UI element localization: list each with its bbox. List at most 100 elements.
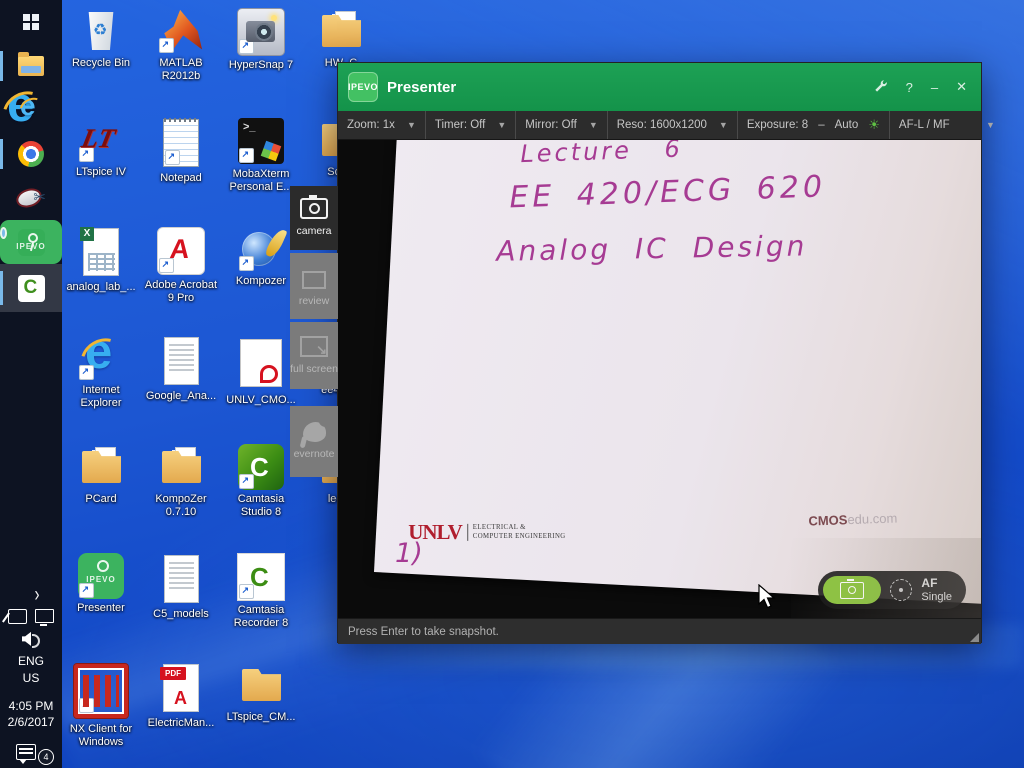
shortcut-arrow-icon — [79, 365, 94, 380]
shortcut-arrow-icon — [79, 147, 94, 162]
taskbar-snipping-tool[interactable] — [0, 176, 62, 220]
taskbar-internet-explorer[interactable] — [0, 77, 62, 133]
handwriting-line: EE 420/ECG 620 — [508, 169, 827, 216]
taskbar-ipevo-presenter[interactable] — [0, 220, 62, 264]
system-tray: › ENG US 4:05 PM 2/6/2017 4 — [0, 582, 62, 768]
desktop-icon[interactable]: Camtasia Recorder 8 — [221, 553, 301, 662]
close-button[interactable]: ✕ — [956, 79, 967, 95]
desktop-icon[interactable]: MATLAB R2012b — [141, 8, 221, 117]
desktop-icon[interactable]: Kompozer — [221, 226, 301, 335]
unlv-dept-line: ELECTRICAL & — [472, 523, 526, 531]
clock[interactable]: 4:05 PM 2/6/2017 — [8, 698, 55, 730]
settings-wrench-icon[interactable] — [874, 79, 888, 96]
focus-mode-dropdown[interactable]: AF-L / MF ▼ — [890, 111, 1004, 139]
resolution-dropdown[interactable]: Reso: 1600x1200 ▼ — [608, 111, 738, 139]
desktop-icon-label: LTspice IV — [76, 166, 126, 178]
minimize-button[interactable]: – — [931, 80, 938, 95]
desktop-icon[interactable]: Camtasia Studio 8 — [221, 444, 301, 553]
desktop-icon-art — [237, 8, 285, 56]
desktop-icon-label: Internet Explorer — [80, 384, 122, 410]
desktop-icon[interactable]: Recycle Bin — [61, 8, 141, 117]
exposure-minus-button[interactable]: – — [818, 119, 824, 131]
window-title: Presenter — [387, 78, 457, 96]
sidebar-tab-label: evernote — [293, 448, 335, 461]
mouse-cursor — [758, 583, 776, 615]
desktop-icon-art — [78, 117, 124, 163]
take-snapshot-button[interactable] — [823, 576, 882, 604]
desktop-icon[interactable]: MobaXterm Personal E... — [221, 117, 301, 226]
handwriting-line: Analog IC Design — [496, 229, 808, 268]
desktop-icon[interactable]: LTspice_CM... — [221, 662, 301, 768]
desktop-icon-label: UNLV_CMO... — [226, 394, 296, 406]
desktop-icon[interactable]: ElectricMan... — [141, 662, 221, 768]
timer-dropdown[interactable]: Timer: Off ▼ — [426, 111, 517, 139]
unlv-dept-line: COMPUTER ENGINEERING — [472, 532, 566, 540]
taskbar-chrome[interactable] — [0, 132, 62, 176]
desktop-icon[interactable]: NX Client for Windows — [61, 662, 141, 768]
show-hidden-icons-chevron[interactable]: › — [35, 582, 40, 606]
desktop-icon-art — [74, 664, 128, 718]
sidebar-tab[interactable]: full screen — [290, 322, 338, 389]
sidebar-tab-label: camera — [296, 225, 332, 238]
notification-badge: 4 — [38, 749, 54, 765]
desktop-icon[interactable]: UNLV_CMO... — [221, 335, 301, 444]
autofocus-mode[interactable]: AF Single — [921, 576, 952, 604]
desktop-icon[interactable]: PCard — [61, 444, 141, 553]
shortcut-arrow-icon — [165, 150, 180, 165]
desktop-icon[interactable]: Google_Ana... — [141, 335, 221, 444]
display-icon[interactable] — [35, 608, 54, 626]
language-indicator[interactable]: ENG US — [18, 653, 44, 688]
taskbar-start-button[interactable] — [0, 0, 62, 44]
desktop-icon-label: analog_lab_... — [66, 281, 136, 293]
desktop-icon-label: LTspice_CM... — [226, 711, 296, 723]
taskbar-icon — [18, 188, 46, 208]
taskbar-icon — [22, 13, 40, 31]
desktop-icon-art — [160, 664, 199, 712]
desktop-icon[interactable]: LTspice IV — [61, 117, 141, 226]
desktop-icon[interactable]: Adobe Acrobat 9 Pro — [141, 226, 221, 335]
exposure-auto-button[interactable]: Auto — [835, 119, 859, 131]
af-mode-value: Single — [921, 591, 952, 603]
taskbar: › ENG US 4:05 PM 2/6/2017 4 — [0, 0, 62, 768]
desktop-icon-art — [163, 118, 199, 167]
sidebar-tab-label: full screen — [290, 362, 338, 375]
unlv-logo: UNLV ELECTRICAL & COMPUTER ENGINEERING — [408, 519, 566, 544]
desktop-icon[interactable]: Internet Explorer — [61, 324, 141, 444]
ipevo-logo: IPEVO — [348, 72, 378, 102]
volume-icon[interactable] — [22, 632, 40, 648]
desktop-icon-art — [240, 339, 282, 387]
desktop-icon[interactable]: Presenter — [61, 553, 141, 662]
desktop-icon[interactable]: Notepad — [141, 117, 221, 226]
desktop-icon-label: MobaXterm Personal E... — [229, 168, 293, 194]
taskbar-camtasia[interactable] — [0, 264, 62, 312]
camera-sidebar: camera review full screen evernote — [290, 186, 338, 480]
action-center[interactable]: 4 — [16, 744, 54, 765]
mirror-dropdown[interactable]: Mirror: Off ▼ — [516, 111, 608, 139]
sidebar-tab[interactable]: review — [290, 253, 338, 319]
timer-label: Timer: Off — [434, 119, 486, 131]
desktop-icon[interactable]: analog_lab_... — [61, 226, 141, 335]
sidebar-tab[interactable]: camera — [290, 186, 338, 250]
desktop-icon[interactable]: HyperSnap 7 — [221, 8, 301, 117]
desktop-icon-label: Adobe Acrobat 9 Pro — [144, 279, 218, 305]
zoom-dropdown[interactable]: Zoom: 1x ▼ — [338, 111, 426, 139]
autofocus-icon[interactable] — [890, 579, 913, 601]
desktop-icon-art — [238, 118, 284, 164]
taskbar-icon — [17, 274, 45, 302]
fullscreen-icon — [300, 335, 328, 358]
snapshot-controls: AF Single — [818, 571, 966, 609]
desktop-icon[interactable]: C5_models — [141, 553, 221, 662]
window-titlebar: IPEVO Presenter ? – ✕ — [338, 63, 981, 111]
chevron-down-icon: ▼ — [497, 120, 507, 130]
help-button[interactable]: ? — [906, 80, 913, 95]
taskbar-icon — [18, 141, 44, 167]
handwriting-line: Lecture 6 — [519, 140, 684, 169]
camera-icon — [300, 195, 328, 220]
pen-input-icon[interactable] — [8, 608, 27, 624]
resize-grip[interactable] — [970, 633, 979, 642]
desktop-icon[interactable]: KompoZer 0.7.10 — [141, 444, 221, 553]
chevron-down-icon: ▼ — [406, 120, 416, 130]
sidebar-tab[interactable]: evernote — [290, 406, 338, 477]
desktop-icon-label: C5_models — [153, 608, 209, 620]
desktop-icon-label: Google_Ana... — [145, 390, 217, 402]
